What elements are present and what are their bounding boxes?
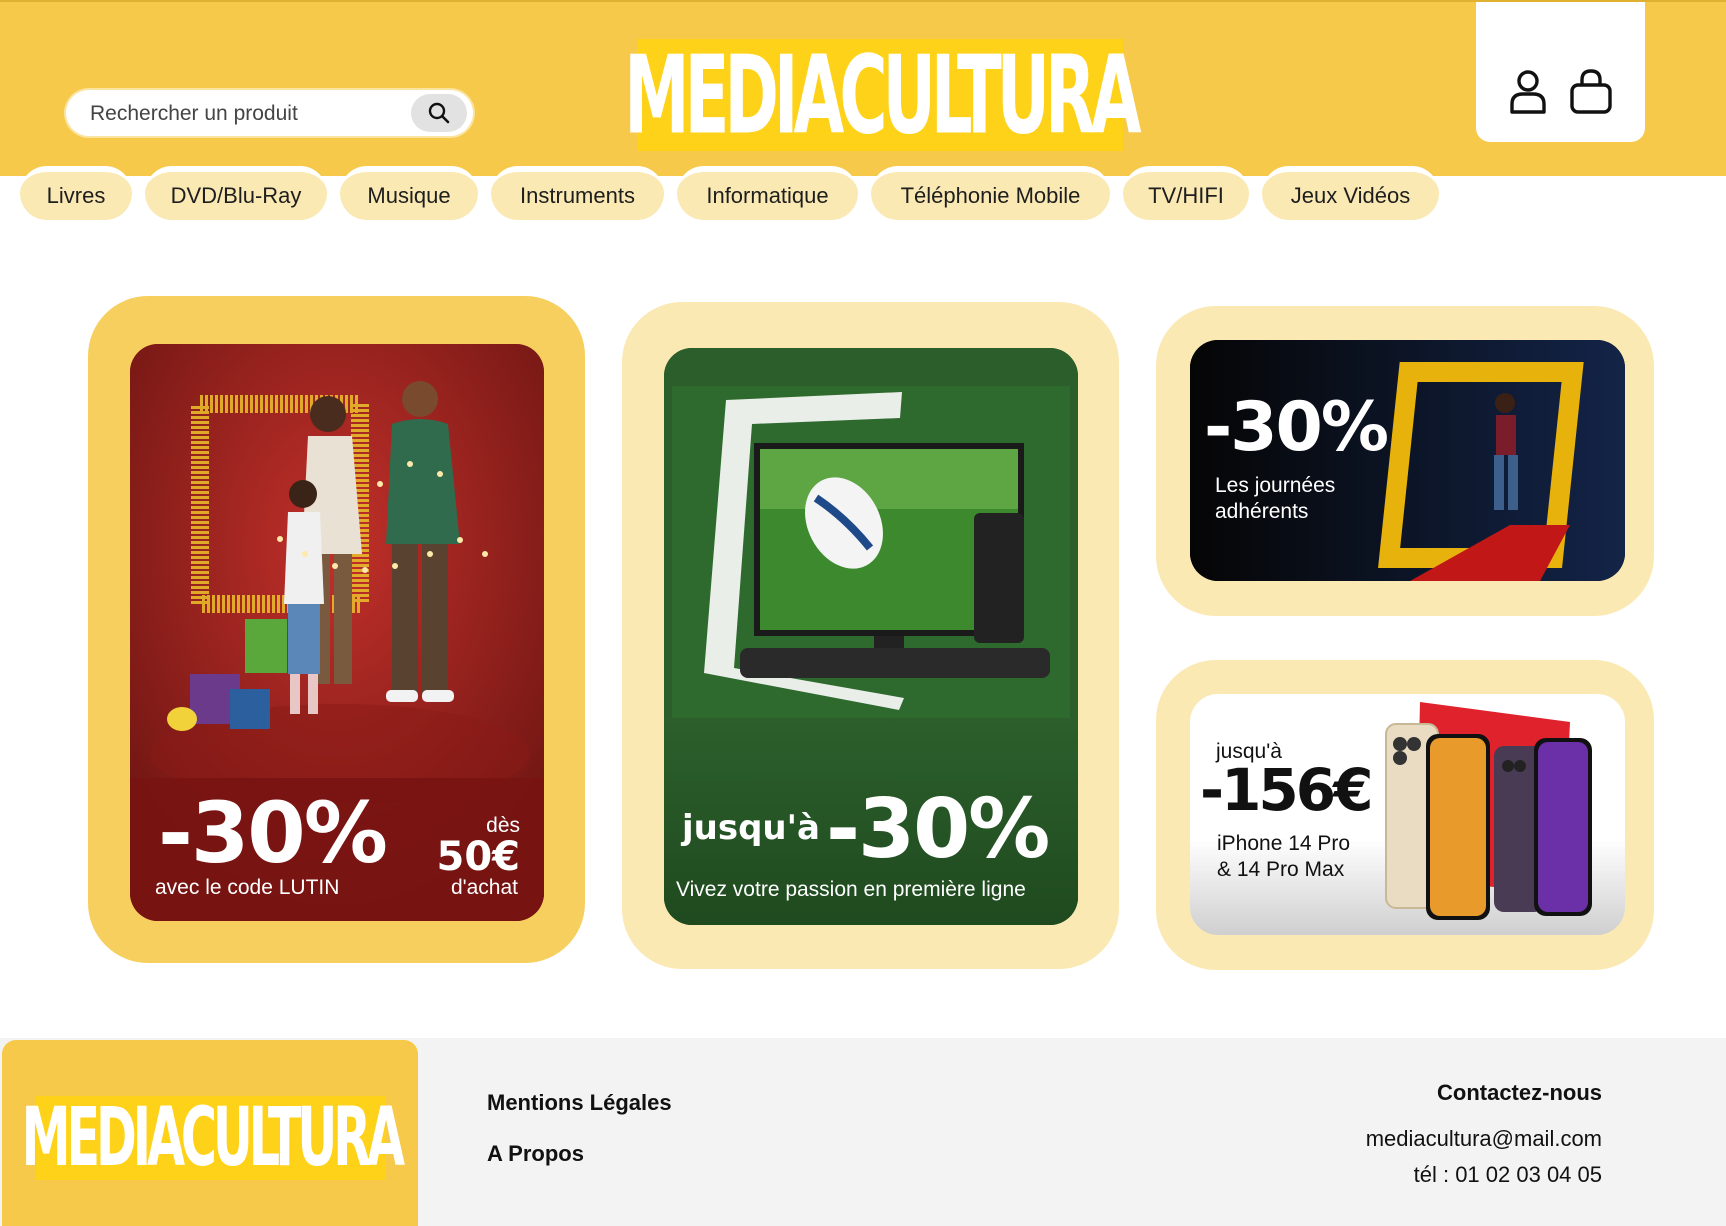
promo-banner-christmas[interactable]: -30% avec le code LUTIN dès 50€ d'achat <box>130 344 544 921</box>
footer-phone: tél : 01 02 03 04 05 <box>1413 1162 1602 1187</box>
promo-card-rugby[interactable]: jusqu'à -30% Vivez votre passion en prem… <box>622 302 1119 969</box>
nav-item-jeux-videos[interactable]: Jeux Vidéos <box>1262 166 1439 220</box>
promo-card-iphone[interactable]: jusqu'à -156€ iPhone 14 Pro & 14 Pro Max <box>1156 660 1654 970</box>
nav-item-tv-hifi[interactable]: TV/HIFI <box>1123 166 1249 220</box>
promo-banner-rugby[interactable]: jusqu'à -30% Vivez votre passion en prem… <box>664 348 1078 925</box>
promo-prefix: jusqu'à <box>682 808 820 848</box>
promo-banner-iphone[interactable]: jusqu'à -156€ iPhone 14 Pro & 14 Pro Max <box>1190 694 1625 935</box>
promo-discount: -30% <box>158 784 388 882</box>
site-logo[interactable]: MEDIACULTURA <box>624 32 1141 158</box>
site-footer: MEDIACULTURA Mentions Légales A Propos C… <box>0 1038 1726 1226</box>
promo-discount: -30% <box>1204 388 1389 467</box>
footer-link-about[interactable]: A Propos <box>487 1141 584 1167</box>
footer-contact-title: Contactez-nous <box>1437 1080 1602 1105</box>
nav-item-telephonie[interactable]: Téléphonie Mobile <box>871 166 1110 220</box>
promo-code-text: avec le code LUTIN <box>155 876 340 899</box>
footer-logo[interactable]: MEDIACULTURA <box>21 1091 404 1186</box>
search-icon <box>428 102 450 124</box>
footer-link-mentions[interactable]: Mentions Légales <box>487 1090 672 1116</box>
cart-button[interactable] <box>1568 68 1612 116</box>
search-input[interactable] <box>88 90 392 138</box>
account-panel <box>1476 2 1645 142</box>
promo-card-christmas[interactable]: -30% avec le code LUTIN dès 50€ d'achat <box>88 296 585 963</box>
promo-discount: -30% <box>826 782 1050 877</box>
nav-item-musique[interactable]: Musique <box>340 166 478 220</box>
promo-banner-members[interactable]: -30% Les journées adhérents <box>1190 340 1625 581</box>
search-button[interactable] <box>411 94 467 132</box>
promo-line2: adhérents <box>1215 500 1309 523</box>
promo-card-members[interactable]: -30% Les journées adhérents <box>1156 306 1654 616</box>
promo-purchase-label: d'achat <box>450 876 518 899</box>
promo-line1: Les journées <box>1215 474 1336 497</box>
promo-line1: iPhone 14 Pro <box>1217 832 1351 855</box>
nav-item-livres[interactable]: Livres <box>20 166 132 220</box>
site-header: MEDIACULTURA <box>0 0 1726 176</box>
nav-item-informatique[interactable]: Informatique <box>677 166 858 220</box>
user-icon <box>1510 70 1546 114</box>
search-bar <box>66 90 473 138</box>
promo-tagline: Vivez votre passion en première ligne <box>676 878 1026 901</box>
footer-email[interactable]: mediacultura@mail.com <box>1366 1126 1602 1152</box>
promo-line2: & 14 Pro Max <box>1217 858 1345 881</box>
footer-logo-panel: MEDIACULTURA <box>2 1040 418 1226</box>
nav-item-dvd[interactable]: DVD/Blu-Ray <box>145 166 327 220</box>
category-nav: Livres DVD/Blu-Ray Musique Instruments I… <box>0 166 1726 226</box>
promo-discount: -156€ <box>1200 756 1373 824</box>
nav-item-instruments[interactable]: Instruments <box>491 166 664 220</box>
promo-amount: 50€ <box>436 834 521 880</box>
account-button[interactable] <box>1506 68 1550 116</box>
shopping-bag-icon <box>1570 69 1612 114</box>
